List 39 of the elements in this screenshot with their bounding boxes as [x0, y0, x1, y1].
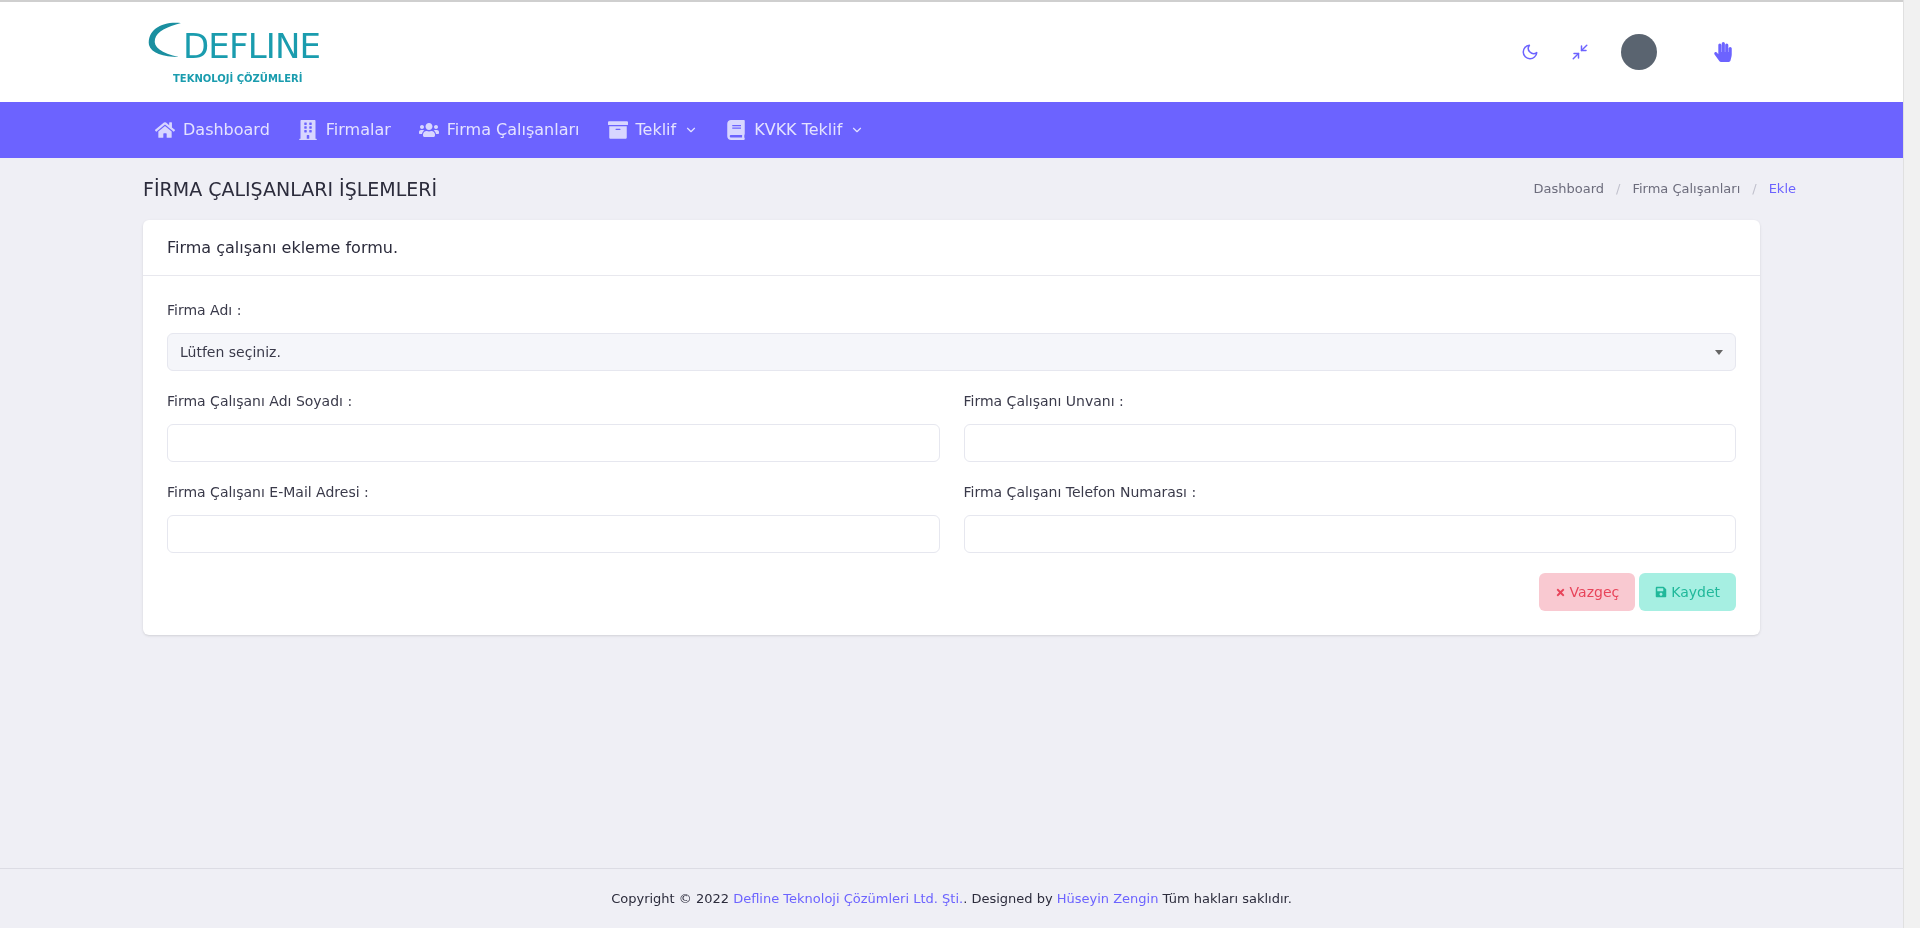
- field-label: Firma Çalışanı Telefon Numarası :: [963, 483, 1198, 502]
- save-button[interactable]: Kaydet: [1639, 573, 1736, 611]
- page-title: FİRMA ÇALIŞANLARI İŞLEMLERİ: [143, 176, 438, 202]
- breadcrumb-link[interactable]: Ekle: [1768, 179, 1796, 199]
- copyright-text: Copyright © 2022 Defline Teknoloji Çözümleri Ltd. Şti.. Designed by Hüseyin Zengin Tüm hakları saklıdır.: [611, 889, 1292, 908]
- hand-icon[interactable]: [1713, 42, 1733, 62]
- breadcrumb-separator: /: [1752, 180, 1757, 199]
- archive-box-icon: [607, 120, 628, 140]
- footer-link[interactable]: Defline Teknoloji Çözümleri Ltd. Şti.: [733, 890, 964, 906]
- footer-link[interactable]: Hüseyin Zengin: [1056, 890, 1159, 906]
- minimize-icon[interactable]: [1571, 43, 1589, 61]
- nav-item[interactable]: Firmalar: [297, 118, 391, 142]
- nav-item[interactable]: Teklif: [607, 118, 699, 142]
- field-label: Firma Çalışanı Unvanı :: [963, 392, 1125, 411]
- input-field[interactable]: [167, 515, 940, 553]
- nav-item[interactable]: Dashboard: [155, 118, 270, 142]
- moon-icon[interactable]: [1521, 43, 1539, 61]
- cancel-button[interactable]: Vazgeç: [1538, 573, 1636, 611]
- field-label: Firma Çalışanı Adı Soyadı :: [167, 392, 354, 411]
- input-field[interactable]: [167, 424, 940, 462]
- close-icon: [1554, 586, 1566, 598]
- select-field[interactable]: Lütfen seçiniz.: [167, 333, 1736, 371]
- logo[interactable]: DEFLINE TEKNOLOJİ ÇÖZÜMLERİ: [143, 18, 321, 86]
- field-label: Firma Adı :: [167, 301, 243, 320]
- building-icon: [297, 120, 318, 140]
- nav-item[interactable]: KVKK Teklif: [726, 118, 865, 142]
- dropdown-caret-icon: [1715, 349, 1723, 355]
- users-icon: [418, 120, 439, 140]
- breadcrumb-link[interactable]: Firma Çalışanları: [1632, 179, 1741, 199]
- book-icon: [726, 120, 747, 140]
- breadcrumb-separator: /: [1616, 180, 1621, 199]
- nav-item[interactable]: Firma Çalışanları: [418, 118, 580, 142]
- field-label: Firma Çalışanı E-Mail Adresi :: [167, 483, 370, 502]
- home-icon: [155, 120, 175, 140]
- breadcrumb-link[interactable]: Dashboard: [1533, 179, 1605, 199]
- input-field[interactable]: [963, 424, 1736, 462]
- card-title: Firma çalışanı ekleme formu.: [167, 236, 398, 259]
- input-field[interactable]: [963, 515, 1736, 553]
- avatar[interactable]: [1621, 34, 1657, 70]
